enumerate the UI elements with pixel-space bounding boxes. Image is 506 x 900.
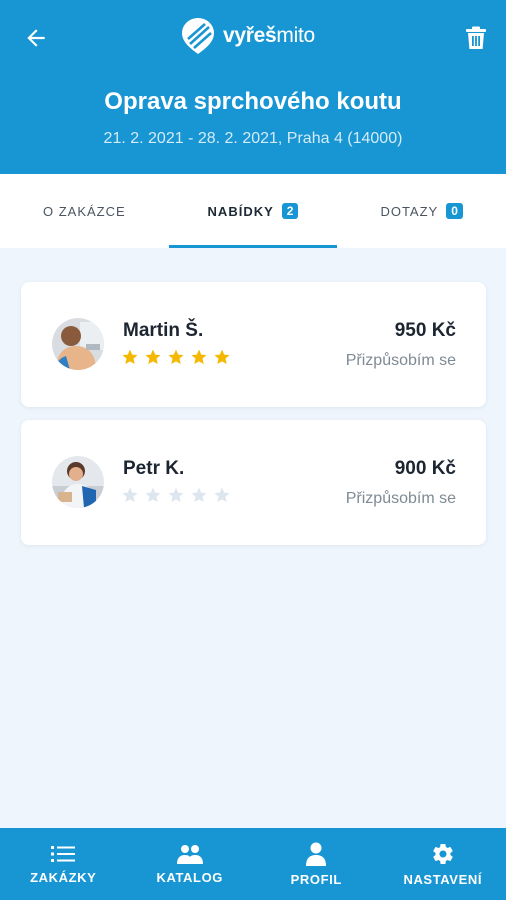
count-badge: 0 xyxy=(446,203,463,219)
list-icon xyxy=(51,845,76,862)
tab-o-zakazce[interactable]: O ZAKÁZCE xyxy=(0,174,169,248)
app-logo: vyřešmito xyxy=(181,16,315,56)
star-icon xyxy=(122,487,138,503)
star-icon xyxy=(168,487,184,503)
tab-dotazy[interactable]: DOTAZY 0 xyxy=(337,174,506,248)
app-header: vyřešmito Oprava sprchového koutu 21. 2.… xyxy=(0,0,506,174)
logo-wordmark: vyřešmito xyxy=(223,24,315,48)
tab-label: DOTAZY xyxy=(380,203,439,219)
nav-nastaveni[interactable]: NASTAVENÍ xyxy=(380,828,506,900)
nav-label: NASTAVENÍ xyxy=(403,871,483,887)
person-icon xyxy=(306,842,327,866)
arrow-left-icon xyxy=(27,29,45,47)
back-button[interactable] xyxy=(20,22,52,54)
count-badge: 2 xyxy=(281,203,299,219)
delete-button[interactable] xyxy=(460,22,492,54)
star-icon xyxy=(214,349,230,365)
avatar-photo xyxy=(52,456,104,508)
rating-stars xyxy=(121,486,231,504)
star-icon xyxy=(191,487,207,503)
people-icon xyxy=(176,844,203,864)
rating-stars xyxy=(121,348,231,366)
offer-price: 950 Kč xyxy=(394,320,456,341)
tab-bar: O ZAKÁZCE NABÍDKY 2 DOTAZY 0 xyxy=(0,174,506,248)
star-icon xyxy=(145,349,161,365)
star-icon xyxy=(191,349,207,365)
nav-katalog[interactable]: KATALOG xyxy=(127,828,254,900)
star-icon xyxy=(168,349,184,365)
craftsman-name: Petr K. xyxy=(123,458,185,479)
trash-icon xyxy=(466,26,486,49)
nav-label: ZAKÁZKY xyxy=(30,869,97,885)
nav-zakazky[interactable]: ZAKÁZKY xyxy=(0,828,127,900)
tab-label: O ZAKÁZCE xyxy=(42,203,126,219)
nav-profil[interactable]: PROFIL xyxy=(253,828,380,900)
offer-note: Přizpůsobím se xyxy=(345,352,456,369)
craftsman-name: Martin Š. xyxy=(123,320,204,341)
avatar xyxy=(52,456,104,508)
logo-icon xyxy=(182,18,214,54)
tab-nabidky[interactable]: NABÍDKY 2 xyxy=(168,174,338,248)
star-icon xyxy=(214,487,230,503)
job-meta: 21. 2. 2021 - 28. 2. 2021, Praha 4 (1400… xyxy=(103,130,403,147)
page-title: Oprava sprchového koutu xyxy=(104,88,402,115)
star-icon xyxy=(145,487,161,503)
logo-text-bold: vyřeš xyxy=(223,24,277,47)
avatar xyxy=(52,318,104,370)
bottom-navigation: ZAKÁZKY KATALOG PROFIL NASTAVENÍ xyxy=(0,828,506,900)
gear-icon xyxy=(433,843,453,864)
avatar-photo xyxy=(52,318,104,370)
nav-label: PROFIL xyxy=(290,871,342,887)
star-icon xyxy=(122,349,138,365)
logo-text-thin: mito xyxy=(276,24,315,47)
offer-card[interactable]: Martin Š. 950 Kč Přizpůsobím se xyxy=(21,282,486,407)
tab-label: NABÍDKY xyxy=(207,203,274,219)
offer-price: 900 Kč xyxy=(394,458,456,479)
offer-note: Přizpůsobím se xyxy=(345,490,456,507)
nav-label: KATALOG xyxy=(156,869,224,885)
offer-card[interactable]: Petr K. 900 Kč Přizpůsobím se xyxy=(21,420,486,545)
